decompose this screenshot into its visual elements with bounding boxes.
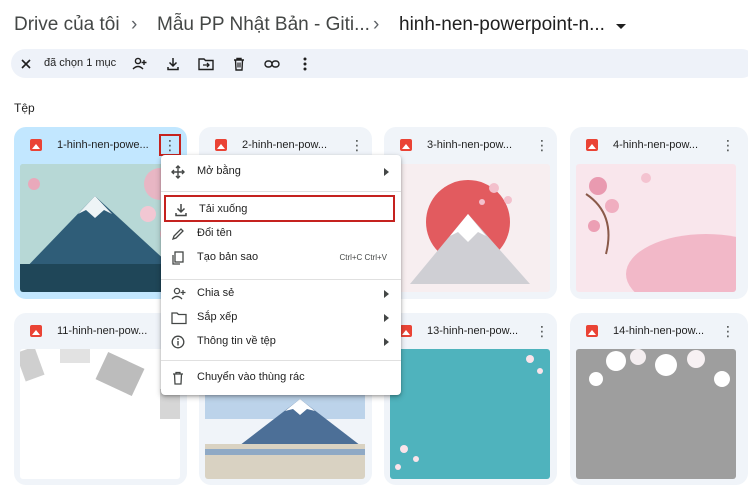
menu-label: Sắp xếp — [197, 311, 238, 323]
breadcrumb-chevron-icon: › — [373, 14, 380, 35]
menu-label: Mở bằng — [197, 165, 241, 177]
move-to-folder-icon[interactable] — [198, 56, 214, 72]
image-file-icon — [30, 325, 42, 337]
download-icon — [174, 203, 188, 217]
pencil-icon — [171, 227, 185, 241]
menu-label: Chia sẻ — [197, 287, 235, 299]
copy-icon — [171, 251, 185, 265]
image-file-icon — [215, 139, 227, 151]
submenu-arrow-icon — [384, 338, 389, 346]
breadcrumb-root[interactable]: Drive của tôi — [14, 14, 120, 36]
file-name: 13-hinh-nen-pow... — [427, 325, 519, 337]
menu-item-make-copy[interactable]: Tạo bản sao Ctrl+C Ctrl+V — [161, 247, 401, 269]
file-name: 2-hinh-nen-pow... — [242, 139, 327, 151]
image-file-icon — [400, 325, 412, 337]
more-vert-icon[interactable]: ⋮ — [350, 138, 364, 152]
breadcrumb-folder[interactable]: Mẫu PP Nhật Bản - Giti... — [157, 14, 370, 36]
selection-count: đã chọn 1 mục — [44, 57, 117, 69]
file-card-13[interactable]: 13-hinh-nen-pow... ⋮ — [384, 313, 557, 485]
info-icon — [171, 335, 185, 349]
file-card-3[interactable]: 3-hinh-nen-pow... ⋮ — [384, 127, 557, 299]
breadcrumb-current[interactable]: hinh-nen-powerpoint-n... — [399, 14, 605, 36]
menu-label: Thông tin về tệp — [197, 335, 276, 347]
image-file-icon — [586, 139, 598, 151]
menu-label: Đổi tên — [197, 227, 232, 239]
menu-item-trash[interactable]: Chuyển vào thùng rác — [161, 367, 401, 389]
context-menu: Mở bằng Tải xuống Đổi tên Tạo bản sao Ct… — [161, 155, 401, 395]
file-name: 1-hinh-nen-powe... — [57, 139, 149, 151]
menu-item-download[interactable]: Tải xuống — [164, 195, 395, 222]
more-vert-icon[interactable]: ⋮ — [535, 324, 549, 338]
file-thumbnail — [390, 164, 550, 292]
file-card-14[interactable]: 14-hinh-nen-pow... ⋮ — [570, 313, 748, 485]
submenu-arrow-icon — [384, 168, 389, 176]
menu-item-rename[interactable]: Đổi tên — [161, 223, 401, 245]
file-name: 4-hinh-nen-pow... — [613, 139, 698, 151]
file-thumbnail — [20, 349, 180, 479]
file-thumbnail — [576, 164, 736, 292]
link-icon[interactable] — [264, 56, 280, 72]
more-vert-icon[interactable] — [297, 56, 313, 72]
folder-icon — [171, 311, 187, 325]
move-arrows-icon — [171, 165, 185, 179]
menu-divider — [161, 360, 401, 361]
submenu-arrow-icon — [384, 290, 389, 298]
file-name: 14-hinh-nen-pow... — [613, 325, 705, 337]
menu-divider — [161, 279, 401, 280]
add-person-icon[interactable] — [132, 56, 148, 72]
more-vert-icon[interactable]: ⋮ — [159, 134, 181, 156]
breadcrumb-chevron-icon: › — [131, 14, 138, 35]
trash-icon[interactable] — [231, 56, 247, 72]
selection-toolbar — [11, 49, 748, 78]
file-card-4[interactable]: 4-hinh-nen-pow... ⋮ — [570, 127, 748, 299]
menu-label: Tạo bản sao — [197, 251, 259, 263]
download-icon[interactable] — [165, 56, 181, 72]
menu-item-share[interactable]: Chia sẻ — [161, 283, 401, 305]
submenu-arrow-icon — [384, 314, 389, 322]
file-thumbnail — [20, 164, 180, 292]
image-file-icon — [400, 139, 412, 151]
more-vert-icon[interactable]: ⋮ — [721, 138, 735, 152]
menu-item-open-with[interactable]: Mở bằng — [161, 161, 401, 183]
more-vert-icon[interactable]: ⋮ — [721, 324, 735, 338]
caret-down-icon[interactable] — [616, 24, 626, 29]
menu-item-file-info[interactable]: Thông tin về tệp — [161, 331, 401, 353]
shortcut-hint: Ctrl+C Ctrl+V — [339, 253, 387, 262]
trash-icon — [171, 371, 185, 385]
file-name: 11-hinh-nen-pow... — [57, 325, 148, 337]
image-file-icon — [30, 139, 42, 151]
section-files-label: Tệp — [14, 101, 35, 115]
close-icon[interactable] — [18, 56, 34, 72]
file-thumbnail — [390, 349, 550, 479]
menu-item-organize[interactable]: Sắp xếp — [161, 307, 401, 329]
menu-label: Chuyển vào thùng rác — [197, 371, 305, 383]
menu-divider — [161, 191, 401, 192]
image-file-icon — [586, 325, 598, 337]
menu-label: Tải xuống — [199, 203, 248, 215]
add-person-icon — [171, 287, 186, 301]
file-thumbnail — [576, 349, 736, 479]
file-name: 3-hinh-nen-pow... — [427, 139, 512, 151]
more-vert-icon[interactable]: ⋮ — [535, 138, 549, 152]
